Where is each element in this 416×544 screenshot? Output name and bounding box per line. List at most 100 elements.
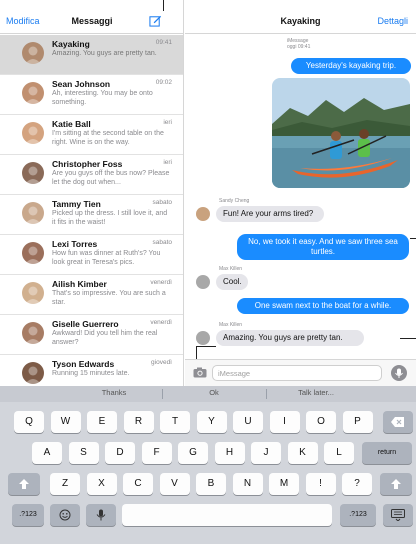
conversation-name: Sean Johnson — [52, 79, 111, 89]
key-v[interactable]: V — [159, 473, 190, 495]
message-bubble-outgoing[interactable]: No, we took it easy. And we saw three se… — [237, 234, 409, 260]
conversation-row[interactable]: Giselle Guerrero venerdì Awkward! Did you … — [0, 315, 183, 355]
compose-icon[interactable] — [149, 14, 162, 27]
conversation-row[interactable]: Tammy Tien sabato Picked up the dress. I s… — [0, 195, 183, 235]
conversation-name: Ailish Kimber — [52, 279, 107, 289]
conversation-time: 09:41 — [155, 39, 172, 46]
conversation-time: giovedì — [151, 359, 172, 366]
key-exclamation[interactable]: ! — [305, 473, 336, 495]
sender-name: Sandy Cheng — [219, 198, 250, 204]
key-m[interactable]: M — [269, 473, 299, 495]
message-bubble-incoming[interactable]: Fun! Are your arms tired? — [216, 206, 324, 222]
key-h[interactable]: H — [214, 442, 245, 464]
suggestion-item[interactable]: Ok — [164, 388, 264, 397]
avatar — [22, 202, 44, 224]
conversation-time: ieri — [163, 119, 172, 126]
key-b[interactable]: B — [196, 473, 226, 495]
key-question[interactable]: ? — [342, 473, 372, 495]
key-l[interactable]: L — [324, 442, 354, 464]
key-f[interactable]: F — [141, 442, 172, 464]
key-i[interactable]: I — [269, 411, 300, 433]
kayaking-photo[interactable] — [272, 78, 410, 188]
numbers-key[interactable]: .?123 — [340, 504, 376, 526]
conversation-time: ieri — [163, 159, 172, 166]
conversation-row[interactable]: Lexi Torres sabato How fun was dinner at R… — [0, 235, 183, 275]
conversation-row[interactable]: Ailish Kimber venerdì That's so impressive… — [0, 275, 183, 315]
emoji-key[interactable] — [50, 504, 80, 526]
callout-line — [400, 338, 416, 339]
conversation-row[interactable]: Christopher Foss ieri Are you guys off the… — [0, 155, 183, 195]
sender-name: Max Killen — [219, 266, 243, 272]
key-r[interactable]: R — [123, 411, 154, 433]
conversation-preview: Ah, interesting. You may be onto somethi… — [52, 90, 153, 106]
avatar — [22, 282, 44, 304]
conversation-row[interactable]: Sean Johnson 09:02 Ah, interesting. You ma… — [0, 75, 183, 115]
key-s[interactable]: S — [68, 442, 99, 464]
key-a[interactable]: A — [32, 442, 62, 464]
conversation-name: Kayaking — [52, 39, 90, 49]
avatar — [196, 207, 210, 221]
numbers-key[interactable]: .?123 — [12, 504, 44, 526]
conversation-row[interactable]: Katie Ball ieri I'm sitting at the second … — [0, 115, 183, 155]
key-y[interactable]: Y — [196, 411, 227, 433]
message-bubble-outgoing[interactable]: Yesterday's kayaking trip. — [291, 58, 411, 74]
key-p[interactable]: P — [342, 411, 373, 433]
conversation-time: venerdì — [150, 319, 172, 326]
key-e[interactable]: E — [87, 411, 117, 433]
dictation-key[interactable] — [86, 504, 116, 526]
conversation-preview: Are you guys off the bus now? Please let… — [52, 170, 170, 186]
return-key[interactable]: return — [362, 442, 412, 464]
callout-line — [196, 346, 216, 347]
list-header: Modifica Messaggi — [0, 12, 183, 34]
key-z[interactable]: Z — [50, 473, 80, 495]
suggestion-divider — [162, 389, 163, 399]
details-button[interactable]: Dettagli — [377, 16, 408, 26]
microphone-icon — [395, 368, 403, 378]
camera-icon[interactable] — [193, 367, 207, 378]
key-c[interactable]: C — [123, 473, 153, 495]
conversation-preview: Running 15 minutes late. — [52, 370, 130, 377]
imessage-timestamp: oggi 09:41 — [287, 44, 311, 50]
conversation-name: Tyson Edwards — [52, 359, 115, 369]
suggestion-item[interactable]: Talk later... — [266, 388, 366, 397]
key-t[interactable]: T — [160, 411, 190, 433]
callout-line — [410, 238, 416, 239]
conversation-preview: I'm sitting at the second table on the r… — [52, 130, 164, 146]
key-x[interactable]: X — [86, 473, 117, 495]
conversation-time: sabato — [152, 199, 172, 206]
avatar — [196, 275, 210, 289]
delete-key[interactable] — [383, 411, 413, 433]
keyboard-dismiss-icon — [391, 509, 405, 522]
key-o[interactable]: O — [306, 411, 336, 433]
shift-key[interactable] — [8, 473, 40, 495]
avatar — [22, 82, 44, 104]
suggestion-item[interactable]: Thanks — [64, 388, 164, 397]
space-key[interactable] — [122, 504, 332, 526]
key-d[interactable]: D — [105, 442, 135, 464]
microphone-icon — [96, 509, 106, 521]
shift-key[interactable] — [380, 473, 412, 495]
keyboard: Thanks Ok Talk later... QWERTYUIOP ASDFGH… — [0, 386, 416, 544]
avatar — [22, 242, 44, 264]
avatar — [22, 362, 44, 384]
microphone-button[interactable] — [391, 365, 407, 381]
key-n[interactable]: N — [232, 473, 263, 495]
message-bubble-incoming[interactable]: Cool. — [216, 274, 248, 290]
message-input[interactable] — [212, 365, 382, 381]
suggestion-bar: Thanks Ok Talk later... — [0, 386, 416, 402]
message-bubble-outgoing[interactable]: One swam next to the boat for a while. — [237, 298, 409, 314]
key-u[interactable]: U — [233, 411, 263, 433]
conversation-time: 09:02 — [155, 79, 172, 86]
sender-name: Max Killen — [219, 322, 243, 328]
conversation-row[interactable]: Kayaking 09:41 Amazing. You guys are prett… — [0, 35, 183, 75]
message-bubble-incoming[interactable]: Amazing. You guys are pretty tan. — [216, 330, 364, 346]
hide-keyboard-key[interactable] — [383, 504, 413, 526]
key-k[interactable]: K — [287, 442, 318, 464]
conversation-row[interactable]: Tyson Edwards giovedì Running 15 minutes l… — [0, 355, 183, 386]
key-q[interactable]: Q — [14, 411, 44, 433]
avatar — [22, 42, 44, 64]
key-j[interactable]: J — [251, 442, 281, 464]
key-w[interactable]: W — [50, 411, 81, 433]
key-g[interactable]: G — [178, 442, 208, 464]
conversation-preview: That's so impressive. You are such a sta… — [52, 290, 166, 306]
